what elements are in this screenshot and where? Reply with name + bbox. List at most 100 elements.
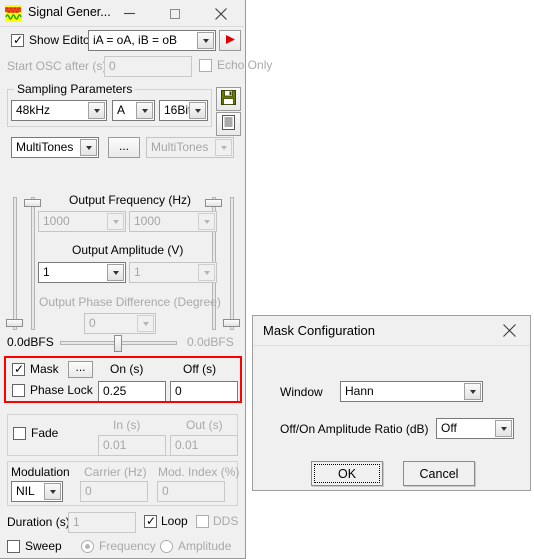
- mask-checkbox[interactable]: ✓: [12, 363, 25, 376]
- output-amplitude-right-combo[interactable]: 1: [129, 262, 217, 283]
- chevron-down-icon[interactable]: [495, 420, 512, 437]
- echo-only-checkbox[interactable]: [199, 59, 212, 72]
- chevron-down-icon[interactable]: [464, 383, 481, 400]
- chevron-down-icon[interactable]: [80, 139, 97, 156]
- chevron-down-icon[interactable]: [189, 102, 206, 119]
- carrier-value: 0: [85, 484, 92, 498]
- waveform-secondary-combo[interactable]: MultiTones: [146, 137, 234, 158]
- sweep-amplitude-radio[interactable]: [160, 540, 173, 553]
- cancel-label: Cancel: [419, 466, 459, 481]
- sampling-parameters-title: Sampling Parameters: [14, 82, 136, 96]
- dialog-close-button[interactable]: [488, 316, 530, 344]
- window-label: Window: [280, 385, 323, 399]
- routing-combo[interactable]: iA = oA, iB = oB: [88, 30, 216, 51]
- chevron-down-icon[interactable]: [88, 102, 105, 119]
- cancel-button[interactable]: Cancel: [403, 461, 475, 486]
- ratio-value: Off: [441, 421, 457, 435]
- phase-lock-checkbox[interactable]: [12, 384, 25, 397]
- output-phase-value: 0: [89, 316, 96, 330]
- window-value: Hann: [345, 384, 374, 398]
- output-phase-combo[interactable]: 0: [84, 313, 156, 334]
- fade-out-input[interactable]: 0.01: [170, 435, 238, 456]
- start-osc-input[interactable]: 0: [104, 56, 192, 77]
- slider-thumb[interactable]: [223, 319, 240, 327]
- slider-thumb[interactable]: [24, 199, 41, 207]
- output-frequency-left-combo[interactable]: 1000: [38, 211, 126, 232]
- window-combo[interactable]: Hann: [340, 381, 483, 402]
- fade-checkbox[interactable]: [13, 427, 26, 440]
- bitdepth-combo[interactable]: 16Bit: [159, 100, 208, 121]
- start-osc-label: Start OSC after (s): [7, 59, 107, 73]
- carrier-input[interactable]: 0: [80, 481, 148, 502]
- focus-ring: [314, 464, 380, 483]
- chevron-down-icon[interactable]: [197, 32, 214, 49]
- output-amplitude-left-combo[interactable]: 1: [38, 262, 126, 283]
- channel-combo[interactable]: A: [112, 100, 155, 121]
- show-editor-checkbox[interactable]: ✓: [11, 34, 24, 47]
- modulation-type-combo[interactable]: NIL: [11, 481, 63, 502]
- chevron-down-icon[interactable]: [198, 264, 215, 281]
- maximize-button[interactable]: [152, 0, 198, 27]
- mask-label: Mask: [30, 362, 59, 376]
- ratio-combo[interactable]: Off: [436, 418, 514, 439]
- close-button[interactable]: [198, 0, 244, 27]
- fade-in-input[interactable]: 0.01: [98, 435, 166, 456]
- minimize-button[interactable]: [106, 0, 152, 27]
- dbfs-balance-slider[interactable]: [60, 333, 177, 353]
- waveform-value: MultiTones: [16, 140, 74, 154]
- loop-checkbox[interactable]: ✓: [144, 515, 157, 528]
- chevron-down-icon[interactable]: [136, 102, 153, 119]
- chevron-down-icon[interactable]: [215, 139, 232, 156]
- signal-generator-window: Signal Gener... ✓ Show Editor iA = oA, i…: [0, 0, 272, 559]
- waveform-browse-label: ...: [118, 138, 129, 153]
- chevron-down-icon[interactable]: [198, 213, 215, 230]
- sweep-checkbox[interactable]: [7, 540, 20, 553]
- chevron-down-icon[interactable]: [107, 213, 124, 230]
- fade-out-value: 0.01: [175, 438, 199, 452]
- chevron-down-icon[interactable]: [137, 315, 154, 332]
- start-osc-value: 0: [109, 59, 116, 73]
- slider-track: [31, 197, 35, 330]
- output-frequency-label: Output Frequency (Hz): [69, 193, 192, 207]
- slider-thumb[interactable]: [6, 319, 23, 327]
- chevron-down-icon[interactable]: [44, 483, 61, 500]
- output-amplitude-label: Output Amplitude (V): [72, 243, 184, 257]
- mod-index-input[interactable]: 0: [157, 481, 225, 502]
- mask-off-value: 0: [175, 384, 182, 398]
- ok-button[interactable]: OK: [311, 461, 383, 486]
- save-button[interactable]: [216, 87, 241, 111]
- waveform-secondary-value: MultiTones: [151, 140, 209, 154]
- checkmark-icon: ✓: [13, 33, 24, 47]
- output-phase-label: Output Phase Difference (Degree): [39, 295, 221, 309]
- slider-thumb[interactable]: [114, 335, 122, 352]
- play-button[interactable]: [219, 30, 241, 51]
- checkmark-icon: ✓: [146, 514, 157, 528]
- mask-off-input[interactable]: 0: [170, 381, 238, 402]
- sample-rate-combo[interactable]: 48kHz: [11, 100, 107, 121]
- waveform-browse-button[interactable]: ...: [108, 137, 140, 158]
- score-list-button[interactable]: [216, 112, 241, 136]
- fade-label: Fade: [31, 426, 59, 440]
- duration-input[interactable]: 1: [68, 512, 136, 533]
- page-title: Signal Gener...: [28, 5, 111, 19]
- output-amplitude-left-value: 1: [43, 265, 50, 279]
- chevron-down-icon[interactable]: [107, 264, 124, 281]
- modulation-label: Modulation: [11, 465, 70, 479]
- dbfs-left-label: 0.0dBFS: [7, 335, 54, 349]
- mask-on-input[interactable]: 0.25: [98, 381, 166, 402]
- slider-track: [13, 197, 17, 330]
- slider-thumb[interactable]: [205, 199, 222, 207]
- dds-checkbox[interactable]: [196, 515, 209, 528]
- waveform-combo[interactable]: MultiTones: [11, 137, 99, 158]
- show-editor-label: Show Editor: [29, 33, 94, 47]
- duration-label: Duration (s): [7, 515, 70, 529]
- play-icon: [225, 34, 236, 48]
- sweep-frequency-radio[interactable]: [81, 540, 94, 553]
- amplitude-slider-right-outer[interactable]: [221, 197, 242, 330]
- mask-config-button[interactable]: ...: [68, 360, 93, 378]
- floppy-save-icon: [221, 90, 236, 108]
- output-frequency-right-combo[interactable]: 1000: [129, 211, 217, 232]
- loop-label: Loop: [161, 514, 188, 528]
- output-frequency-left-value: 1000: [43, 214, 70, 228]
- output-amplitude-right-value: 1: [134, 265, 141, 279]
